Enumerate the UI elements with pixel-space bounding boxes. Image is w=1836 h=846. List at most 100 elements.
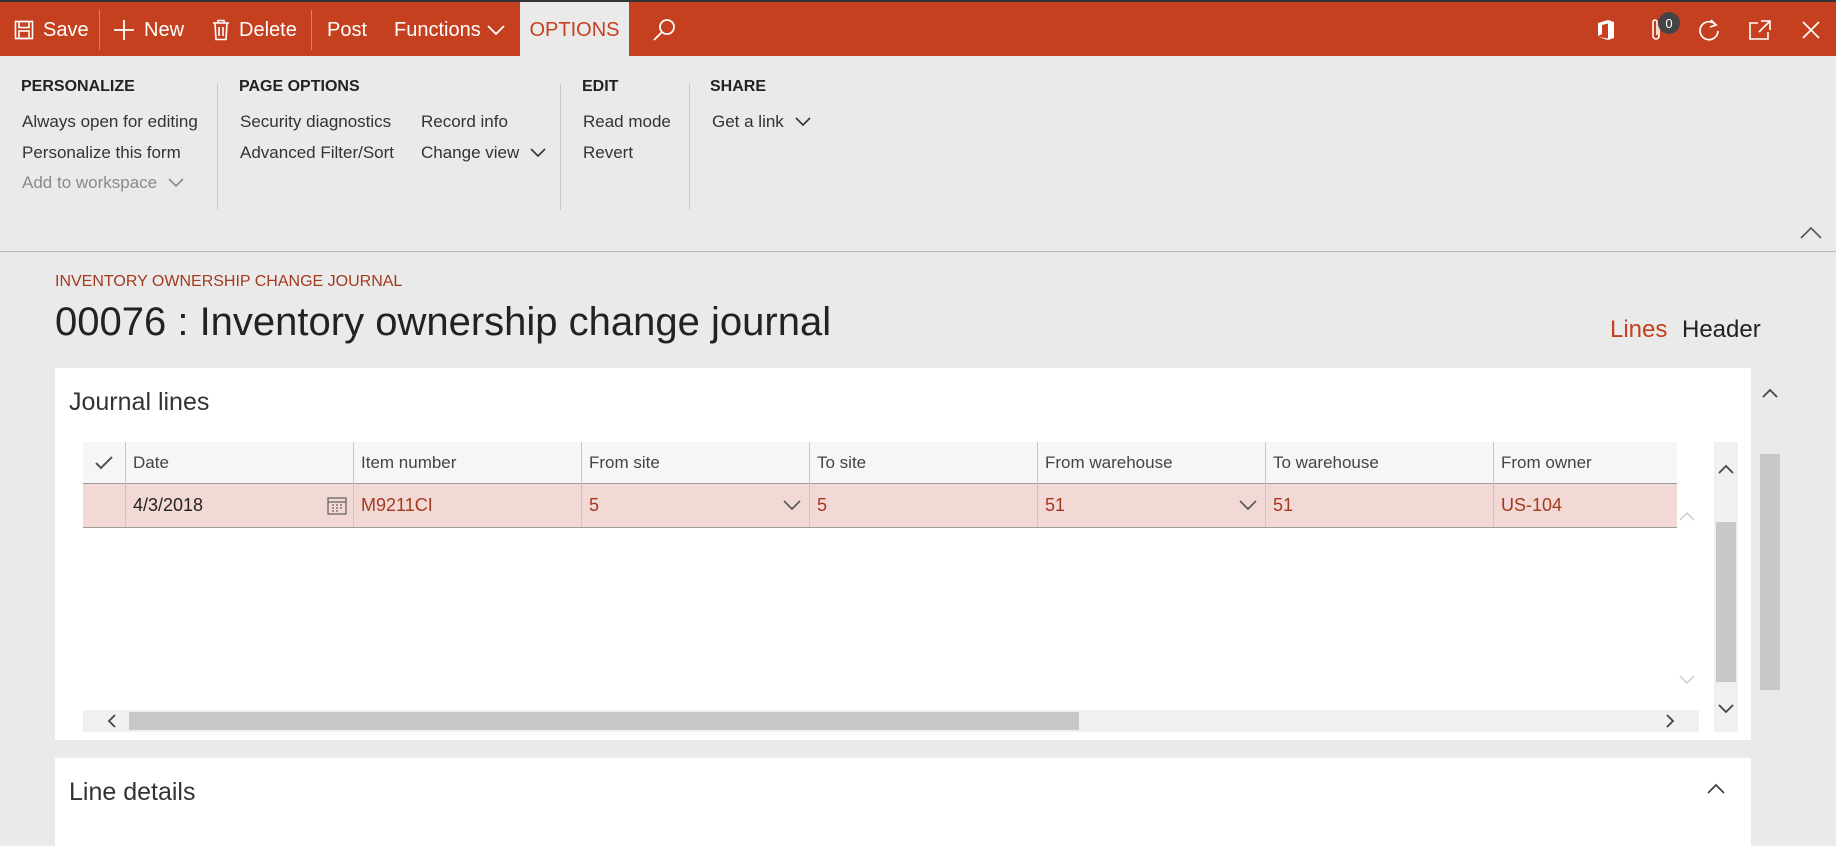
vertical-scrollbar-thumb[interactable] [1716, 522, 1736, 682]
vertical-scrollbar[interactable] [1714, 442, 1738, 732]
popout-icon [1749, 20, 1771, 40]
chevron-up-icon[interactable] [1718, 464, 1734, 474]
grid-scroll-down-arrow[interactable] [1679, 672, 1695, 690]
date-value: 4/3/2018 [133, 495, 204, 515]
personalize-this-form-button[interactable]: Personalize this form [22, 143, 181, 163]
advanced-filter-sort-button[interactable]: Advanced Filter/Sort [240, 143, 394, 163]
tab-header[interactable]: Header [1682, 316, 1761, 344]
checkmark-icon [95, 456, 113, 470]
horizontal-scrollbar-thumb[interactable] [129, 712, 1079, 730]
grid-header: Date Item number From site To site From … [83, 442, 1677, 484]
change-view-label: Change view [421, 143, 520, 162]
new-button[interactable]: New [113, 2, 184, 58]
toolbar-divider [311, 10, 312, 50]
add-to-workspace-button[interactable]: Add to workspace [22, 173, 184, 193]
item-number-link[interactable]: M9211CI [353, 484, 581, 527]
search-icon [653, 19, 675, 41]
share-group-title: SHARE [710, 78, 767, 95]
save-icon [14, 20, 34, 40]
chevron-left-icon[interactable] [107, 714, 117, 728]
date-field[interactable]: 4/3/2018 [125, 484, 353, 527]
refresh-icon [1699, 19, 1719, 41]
select-all-checkbox[interactable] [83, 442, 125, 484]
tab-options[interactable]: OPTIONS [520, 2, 629, 58]
ribbon-divider [217, 84, 218, 210]
horizontal-scrollbar[interactable] [83, 710, 1699, 732]
open-in-new-window-button[interactable] [1748, 2, 1772, 58]
collapse-ribbon-button[interactable] [1800, 226, 1822, 245]
chevron-up-icon[interactable] [1762, 388, 1778, 398]
record-info-button[interactable]: Record info [421, 112, 508, 132]
tab-lines[interactable]: Lines [1610, 316, 1667, 344]
table-row[interactable]: 4/3/2018 M9211CI 5 5 51 51 US-104 [83, 484, 1677, 528]
get-a-link-label: Get a link [712, 112, 784, 131]
chevron-down-icon [794, 117, 811, 127]
from-warehouse-select[interactable]: 51 [1037, 484, 1265, 527]
page-title: 00076 : Inventory ownership change journ… [55, 300, 832, 344]
edit-group-title: EDIT [582, 78, 619, 95]
row-selector[interactable] [83, 484, 125, 527]
line-details-title[interactable]: Line details [69, 778, 195, 807]
chevron-down-icon [1679, 675, 1695, 685]
column-header-item-number[interactable]: Item number [353, 442, 581, 484]
plus-icon [114, 20, 134, 40]
column-header-from-site[interactable]: From site [581, 442, 809, 484]
breadcrumb[interactable]: INVENTORY OWNERSHIP CHANGE JOURNAL [55, 273, 402, 291]
chevron-down-icon [168, 178, 184, 188]
options-tab-label: OPTIONS [529, 18, 620, 41]
change-view-button[interactable]: Change view [421, 143, 546, 163]
to-site-field[interactable]: 5 [809, 484, 1037, 527]
chevron-down-icon [530, 148, 546, 158]
options-ribbon: PERSONALIZE Always open for editing Pers… [0, 56, 1836, 252]
column-header-date[interactable]: Date [125, 442, 353, 484]
new-label: New [144, 18, 185, 41]
action-pane: Save New Delete Post Functions OPTIONS 0 [0, 0, 1836, 58]
page-scrollbar-thumb[interactable] [1760, 454, 1780, 690]
office-icon [1598, 20, 1614, 40]
page-scrollbar[interactable] [1758, 368, 1782, 846]
save-label: Save [43, 18, 89, 41]
save-button[interactable]: Save [14, 2, 89, 58]
chevron-down-icon [1239, 500, 1257, 511]
grid-scroll-up-arrow[interactable] [1679, 508, 1695, 526]
chevron-up-icon [1707, 783, 1725, 794]
journal-lines-title: Journal lines [69, 388, 210, 416]
get-a-link-button[interactable]: Get a link [712, 112, 811, 132]
from-owner-field[interactable]: US-104 [1493, 484, 1677, 527]
collapse-line-details-button[interactable] [1707, 782, 1725, 800]
from-site-value: 5 [589, 495, 600, 515]
column-header-from-owner[interactable]: From owner [1493, 442, 1677, 484]
search-button[interactable] [652, 2, 678, 58]
functions-menu[interactable]: Functions [394, 2, 505, 58]
chevron-right-icon[interactable] [1665, 714, 1675, 728]
close-button[interactable] [1801, 2, 1821, 58]
refresh-button[interactable] [1697, 2, 1721, 58]
delete-label: Delete [239, 18, 297, 41]
functions-label: Functions [394, 18, 481, 41]
calendar-icon[interactable] [327, 496, 347, 515]
post-button[interactable]: Post [327, 2, 367, 58]
ribbon-divider [689, 84, 690, 210]
read-mode-button[interactable]: Read mode [583, 112, 671, 132]
line-details-section: Line details [55, 758, 1751, 846]
chevron-up-icon [1800, 226, 1822, 239]
to-warehouse-field[interactable]: 51 [1265, 484, 1493, 527]
ribbon-divider [560, 84, 561, 210]
chevron-down-icon[interactable] [1718, 704, 1734, 714]
column-header-to-site[interactable]: To site [809, 442, 1037, 484]
from-warehouse-value: 51 [1045, 495, 1066, 515]
security-diagnostics-button[interactable]: Security diagnostics [240, 112, 391, 132]
always-open-for-editing-button[interactable]: Always open for editing [22, 112, 198, 132]
from-site-select[interactable]: 5 [581, 484, 809, 527]
chevron-down-icon [487, 25, 505, 36]
column-header-from-warehouse[interactable]: From warehouse [1037, 442, 1265, 484]
personalize-group-title: PERSONALIZE [21, 78, 135, 95]
delete-button[interactable]: Delete [212, 2, 297, 58]
chevron-up-icon [1679, 511, 1695, 521]
column-header-to-warehouse[interactable]: To warehouse [1265, 442, 1493, 484]
revert-button[interactable]: Revert [583, 143, 633, 163]
office-button[interactable] [1596, 2, 1616, 58]
journal-lines-section: Journal lines Date Item number From site… [55, 368, 1751, 740]
chevron-down-icon [783, 500, 801, 511]
attachments-count-badge: 0 [1658, 12, 1680, 34]
